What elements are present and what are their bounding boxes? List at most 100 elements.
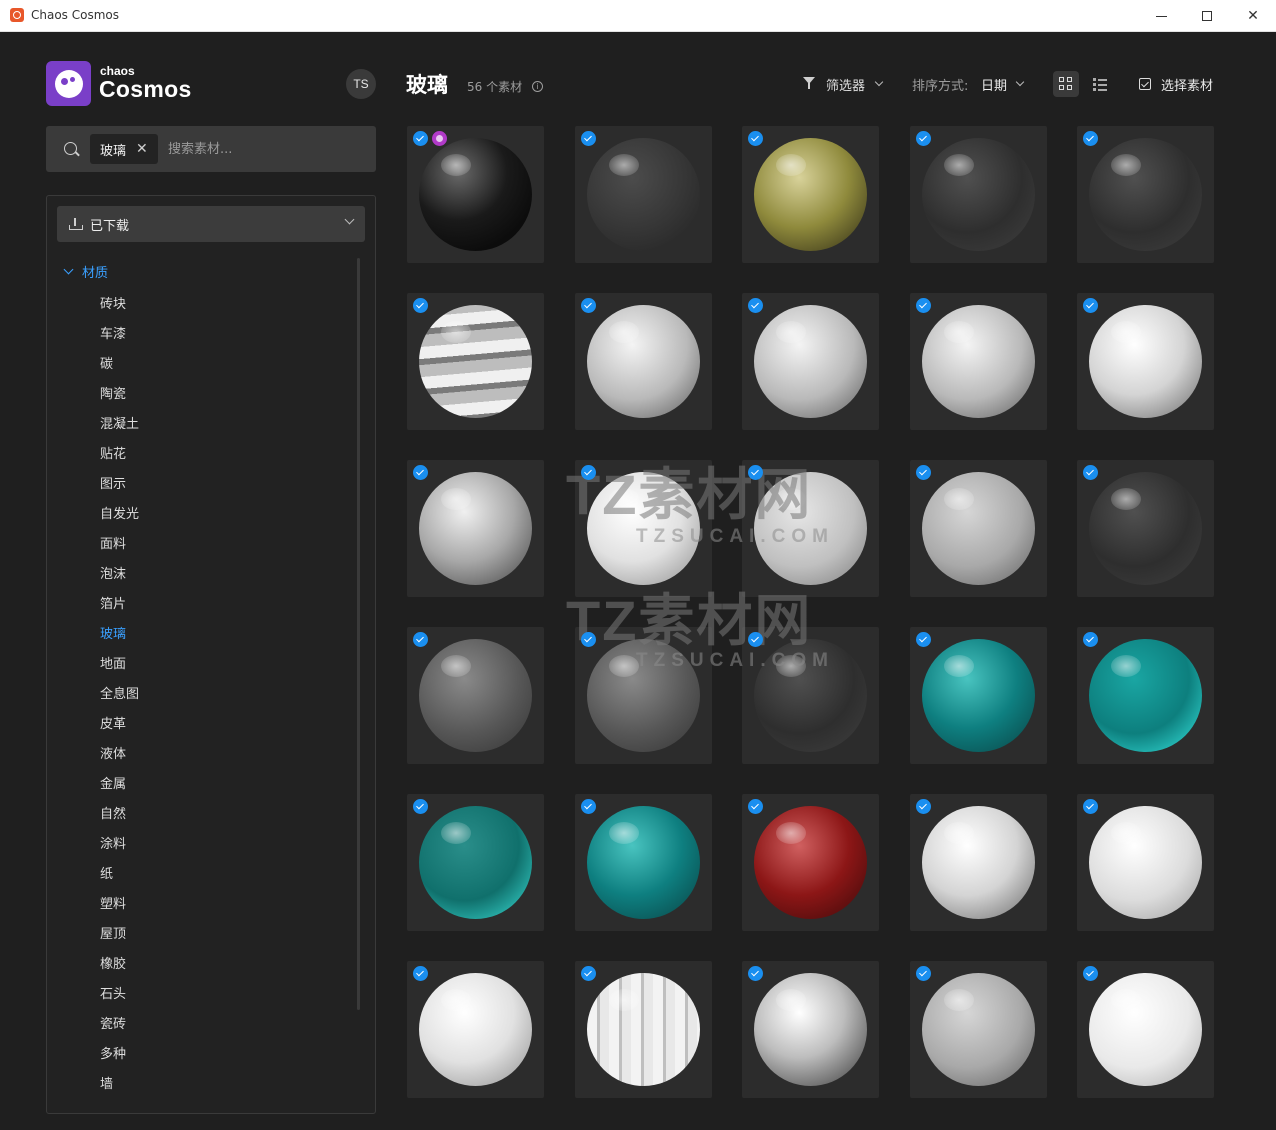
search-bar: 玻璃 ✕ [46, 126, 376, 172]
asset-tile[interactable] [1077, 126, 1214, 263]
asset-tile[interactable] [407, 460, 544, 597]
asset-tile[interactable] [909, 126, 1047, 263]
title-bar: Chaos Cosmos ✕ [0, 0, 1276, 32]
maximize-button[interactable] [1184, 0, 1230, 32]
sidebar-item-category[interactable]: 金属 [100, 770, 139, 800]
sidebar-scrollbar[interactable] [357, 258, 360, 1010]
asset-tile[interactable] [909, 460, 1047, 597]
list-view-button[interactable] [1088, 71, 1114, 97]
asset-tile[interactable] [742, 961, 879, 1098]
downloaded-check-icon [1083, 465, 1098, 480]
sidebar-item-category[interactable]: 石头 [100, 980, 139, 1010]
premium-badge-icon [432, 131, 447, 146]
chip-remove-icon[interactable]: ✕ [136, 142, 148, 156]
category-group-header[interactable]: 材质 [63, 262, 109, 281]
category-group-label: 材质 [82, 266, 109, 281]
chevron-down-icon [874, 77, 884, 87]
sidebar-item-category[interactable]: 多种 [100, 1040, 139, 1070]
material-preview-image [921, 973, 1035, 1086]
info-icon[interactable]: i [532, 81, 543, 92]
minimize-button[interactable] [1138, 0, 1184, 32]
asset-tile[interactable] [574, 794, 712, 931]
sidebar-item-category[interactable]: 瓷砖 [100, 1010, 139, 1040]
sidebar-item-category[interactable]: 陶瓷 [100, 380, 139, 410]
material-preview-image [1089, 472, 1202, 585]
material-preview-image [1089, 806, 1202, 919]
downloaded-check-icon [1083, 298, 1098, 313]
asset-tile[interactable] [742, 627, 879, 764]
sidebar-item-category[interactable]: 全息图 [100, 680, 139, 710]
asset-tile[interactable] [742, 460, 879, 597]
asset-tile[interactable] [742, 126, 879, 263]
material-preview-image [754, 305, 867, 418]
asset-tile[interactable] [909, 794, 1047, 931]
asset-tile[interactable] [742, 794, 879, 931]
downloaded-check-icon [413, 298, 428, 313]
material-preview-image [754, 806, 867, 919]
downloaded-dropdown[interactable]: 已下载 [57, 206, 365, 242]
brand-big: Cosmos [99, 76, 192, 102]
sort-dropdown[interactable]: 日期 [981, 75, 1007, 94]
sidebar-item-category[interactable]: 面料 [100, 530, 139, 560]
sidebar-item-category[interactable]: 图示 [100, 470, 139, 500]
app-icon [10, 8, 24, 22]
sidebar-item-category[interactable]: 纸 [100, 860, 139, 890]
asset-tile[interactable] [574, 293, 712, 430]
material-preview-image [586, 806, 700, 919]
sidebar-item-category[interactable]: 自发光 [100, 500, 139, 530]
sidebar-item-category[interactable]: 砖块 [100, 290, 139, 320]
sidebar-item-category[interactable]: 皮革 [100, 710, 139, 740]
asset-tile[interactable] [574, 961, 712, 1098]
asset-tile[interactable] [407, 961, 544, 1098]
asset-tile[interactable] [1077, 460, 1214, 597]
asset-tile[interactable] [407, 794, 544, 931]
asset-tile[interactable] [1077, 794, 1214, 931]
sidebar-item-category[interactable]: 混凝土 [100, 410, 139, 440]
asset-tile[interactable] [407, 126, 544, 263]
downloaded-check-icon [580, 298, 596, 313]
user-avatar[interactable]: TS [346, 69, 376, 99]
downloaded-check-icon [915, 465, 931, 480]
material-preview-image [586, 639, 700, 752]
grid-view-button[interactable] [1053, 71, 1079, 97]
asset-tile[interactable] [909, 961, 1047, 1098]
sidebar-item-category[interactable]: 墙 [100, 1070, 139, 1100]
sidebar-item-category[interactable]: 自然 [100, 800, 139, 830]
sidebar-item-category[interactable]: 泡沫 [100, 560, 139, 590]
filter-icon [803, 77, 815, 89]
sidebar-item-category[interactable]: 车漆 [100, 320, 139, 350]
sidebar-item-category[interactable]: 橡胶 [100, 950, 139, 980]
asset-tile[interactable] [574, 460, 712, 597]
sidebar-item-category[interactable]: 涂料 [100, 830, 139, 860]
asset-tile[interactable] [1077, 961, 1214, 1098]
sidebar-item-category[interactable]: 箔片 [100, 590, 139, 620]
material-preview-image [419, 138, 532, 251]
asset-tile[interactable] [407, 627, 544, 764]
category-panel: 已下载 材质 砖块 车漆碳陶瓷 混凝土 贴花 图示 自发光 面料 泡沫 箔片 玻璃 地面 全息图 皮革液… [46, 195, 376, 1114]
sidebar-item-category[interactable]: 塑料 [100, 890, 139, 920]
sidebar-item-category[interactable]: 地面 [100, 650, 139, 680]
asset-tile[interactable] [742, 293, 879, 430]
downloaded-check-icon [1083, 966, 1098, 981]
material-preview-image [419, 305, 532, 418]
asset-tile[interactable] [909, 293, 1047, 430]
asset-tile[interactable] [1077, 293, 1214, 430]
material-preview-image [586, 973, 700, 1086]
asset-tile[interactable] [574, 627, 712, 764]
asset-tile[interactable] [909, 627, 1047, 764]
sidebar-item-category[interactable]: 液体 [100, 740, 139, 770]
asset-tile[interactable] [574, 126, 712, 263]
close-button[interactable]: ✕ [1230, 0, 1276, 32]
select-assets-button[interactable]: 选择素材 [1161, 75, 1213, 94]
asset-tile[interactable] [1077, 627, 1214, 764]
sidebar-item-category[interactable]: 碳 [100, 350, 139, 380]
sidebar-item-category[interactable]: 屋顶 [100, 920, 139, 950]
filter-button[interactable]: 筛选器 [826, 75, 865, 94]
search-input[interactable] [168, 134, 358, 164]
material-preview-image [754, 639, 867, 752]
sidebar-item-category[interactable]: 玻璃 [100, 620, 139, 650]
sidebar-item-category[interactable]: 贴花 [100, 440, 139, 470]
asset-tile[interactable] [407, 293, 544, 430]
material-preview-image [586, 305, 700, 418]
sort-label: 排序方式: [912, 79, 969, 94]
